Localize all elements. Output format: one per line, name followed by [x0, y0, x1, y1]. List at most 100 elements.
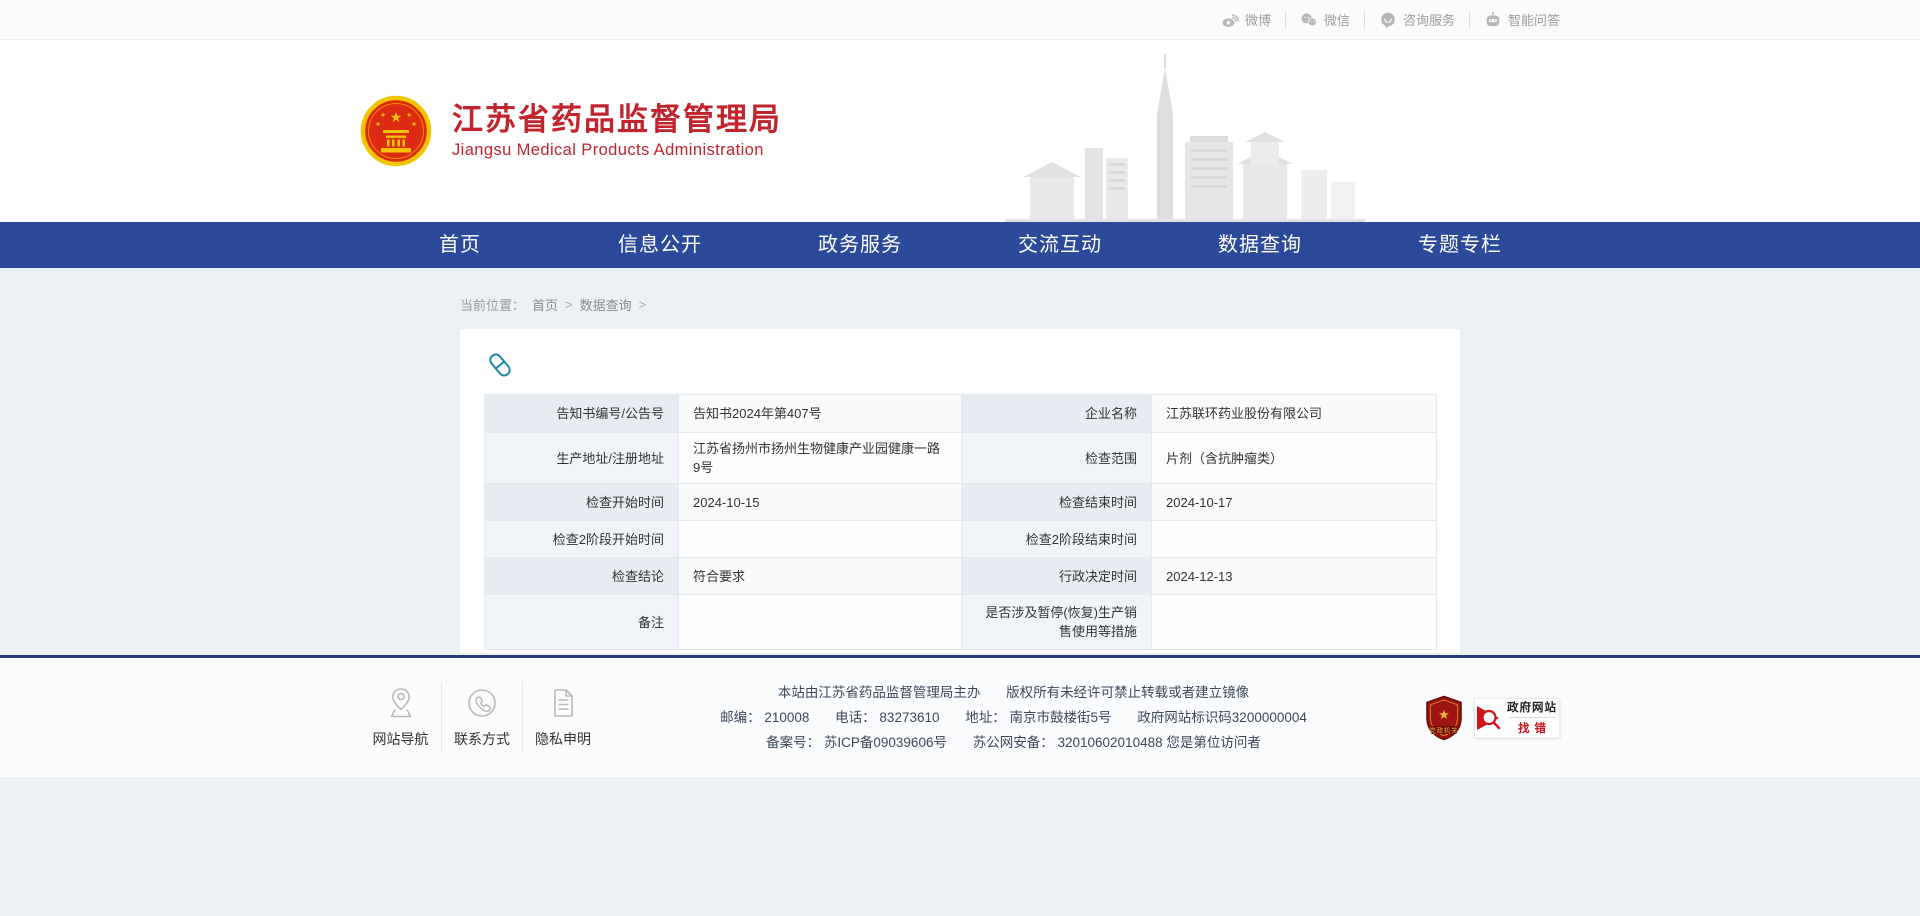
- footer-postcode: 邮编： 210008: [720, 710, 809, 725]
- footer-nav-label: 联系方式: [454, 729, 510, 749]
- consult-service-icon: [1379, 11, 1397, 29]
- footer-copyright-text: 版权所有未经许可禁止转载或者建立镜像: [1006, 685, 1249, 700]
- breadcrumb: 当前位置： 首页 > 数据查询 >: [460, 268, 1460, 314]
- field-value: [1152, 595, 1437, 650]
- topbar-item-weibo[interactable]: 微博: [1207, 12, 1285, 28]
- field-value: 告知书2024年第407号: [679, 395, 962, 433]
- field-value: 符合要求: [679, 558, 962, 595]
- field-label: 是否涉及暂停(恢复)生产销售使用等措施: [962, 595, 1152, 650]
- svg-text:★: ★: [380, 111, 386, 119]
- footer-badges: ★ 党政机关 政府网站 找错: [1424, 695, 1560, 741]
- topbar-item-label: 微博: [1245, 10, 1271, 29]
- gov-site-find-error-badge[interactable]: 政府网站 找错: [1474, 698, 1560, 738]
- topbar-item-label: 咨询服务: [1403, 10, 1455, 29]
- footer-nav-label: 网站导航: [373, 729, 429, 749]
- pill-icon: [484, 349, 516, 381]
- svg-text:★: ★: [411, 120, 417, 128]
- field-value: [679, 521, 962, 558]
- footer: 网站导航 联系方式 隐私申明: [0, 655, 1920, 777]
- footer-nav-contact[interactable]: 联系方式: [441, 682, 522, 753]
- footer-line-2: 邮编： 210008 电话： 83273610 地址： 南京市鼓楼街5号 政府网…: [633, 705, 1394, 730]
- inspection-detail-card: 告知书编号/公告号 告知书2024年第407号 企业名称 江苏联环药业股份有限公…: [460, 329, 1460, 653]
- site-logo[interactable]: ★ ★ ★ ★ ★ 江苏省药品监督管理局 Jiangsu Medical Pro…: [360, 95, 782, 167]
- field-label: 检查2阶段结束时间: [962, 521, 1152, 558]
- footer-phone: 电话： 83273610: [835, 710, 939, 725]
- find-error-subtitle: 找错: [1513, 720, 1551, 736]
- topbar: 微博 微信 咨询服务: [0, 0, 1920, 40]
- breadcrumb-separator: >: [639, 297, 647, 312]
- weibo-icon: [1221, 11, 1239, 29]
- field-value: 片剂（含抗肿瘤类）: [1152, 433, 1437, 484]
- svg-text:★: ★: [390, 110, 403, 126]
- field-label: 告知书编号/公告号: [485, 395, 679, 433]
- footer-security-number: 苏公网安备： 32010602010488 您是第位访问者: [973, 735, 1261, 750]
- site-title-block: 江苏省药品监督管理局 Jiangsu Medical Products Admi…: [452, 102, 782, 160]
- site-subtitle: Jiangsu Medical Products Administration: [452, 141, 782, 160]
- find-error-text: 政府网站 找错: [1507, 699, 1557, 736]
- footer-site-id: 政府网站标识码3200000004: [1137, 710, 1307, 725]
- field-value: [1152, 521, 1437, 558]
- field-value: 2024-10-15: [679, 484, 962, 521]
- table-row: 检查2阶段开始时间 检查2阶段结束时间: [485, 521, 1437, 558]
- find-error-magnifier-icon: [1475, 702, 1505, 734]
- topbar-item-smart-qa[interactable]: 智能问答: [1469, 12, 1560, 28]
- footer-info: 本站由江苏省药品监督管理局主办 版权所有未经许可禁止转载或者建立镜像 邮编： 2…: [603, 680, 1424, 755]
- field-label: 检查结束时间: [962, 484, 1152, 521]
- svg-text:★: ★: [1438, 708, 1450, 723]
- field-label: 备注: [485, 595, 679, 650]
- footer-line-3: 备案号： 苏ICP备09039606号 苏公网安备： 3201060201048…: [633, 730, 1394, 755]
- breadcrumb-prefix: 当前位置：: [460, 295, 525, 314]
- footer-line-1: 本站由江苏省药品监督管理局主办 版权所有未经许可禁止转载或者建立镜像: [633, 680, 1394, 705]
- field-label: 检查2阶段开始时间: [485, 521, 679, 558]
- field-label: 检查范围: [962, 433, 1152, 484]
- nav-item-gov-services[interactable]: 政务服务: [760, 222, 960, 268]
- wechat-icon: [1300, 11, 1318, 29]
- site-title: 江苏省药品监督管理局: [452, 102, 782, 138]
- find-error-title: 政府网站: [1507, 699, 1557, 715]
- privacy-document-icon: [547, 686, 579, 720]
- bottom-spacer: [0, 777, 1920, 916]
- field-value: 2024-12-13: [1152, 558, 1437, 595]
- footer-nav-label: 隐私申明: [535, 729, 591, 749]
- breadcrumb-link-data-query[interactable]: 数据查询: [580, 295, 632, 314]
- svg-text:★: ★: [406, 111, 412, 119]
- footer-nav-privacy[interactable]: 隐私申明: [522, 682, 603, 753]
- footer-nav: 网站导航 联系方式 隐私申明: [360, 682, 603, 753]
- footer-address: 地址： 南京市鼓楼街5号: [965, 710, 1111, 725]
- main-content: 当前位置： 首页 > 数据查询 > 告知书编号/公告号 告知书2024年第407…: [0, 268, 1920, 655]
- table-row: 检查结论 符合要求 行政决定时间 2024-12-13: [485, 558, 1437, 595]
- party-gov-shield-badge[interactable]: ★ 党政机关: [1424, 695, 1464, 741]
- field-value: [679, 595, 962, 650]
- field-value: 江苏省扬州市扬州生物健康产业园健康一路9号: [679, 433, 962, 484]
- nav-item-special-topics[interactable]: 专题专栏: [1360, 222, 1560, 268]
- breadcrumb-separator: >: [565, 297, 573, 312]
- smart-qa-robot-icon: [1484, 11, 1502, 29]
- table-row: 备注 是否涉及暂停(恢复)生产销售使用等措施: [485, 595, 1437, 650]
- phone-icon: [466, 686, 498, 720]
- topbar-item-consult[interactable]: 咨询服务: [1364, 12, 1469, 28]
- field-label: 检查开始时间: [485, 484, 679, 521]
- topbar-item-label: 微信: [1324, 10, 1350, 29]
- table-row: 告知书编号/公告号 告知书2024年第407号 企业名称 江苏联环药业股份有限公…: [485, 395, 1437, 433]
- nav-item-interaction[interactable]: 交流互动: [960, 222, 1160, 268]
- nav-item-data-query[interactable]: 数据查询: [1160, 222, 1360, 268]
- main-navbar: 首页 信息公开 政务服务 交流互动 数据查询 专题专栏: [0, 222, 1920, 268]
- national-emblem-icon: ★ ★ ★ ★ ★: [360, 95, 432, 167]
- site-map-pin-icon: [385, 686, 417, 720]
- nav-item-home[interactable]: 首页: [360, 222, 560, 268]
- field-label: 生产地址/注册地址: [485, 433, 679, 484]
- field-label: 企业名称: [962, 395, 1152, 433]
- field-value: 2024-10-17: [1152, 484, 1437, 521]
- city-skyline-decoration: [1005, 52, 1365, 222]
- site-header: ★ ★ ★ ★ ★ 江苏省药品监督管理局 Jiangsu Medical Pro…: [0, 40, 1920, 222]
- topbar-item-wechat[interactable]: 微信: [1285, 12, 1364, 28]
- table-row: 检查开始时间 2024-10-15 检查结束时间 2024-10-17: [485, 484, 1437, 521]
- field-label: 行政决定时间: [962, 558, 1152, 595]
- svg-text:党政机关: 党政机关: [1429, 725, 1458, 734]
- breadcrumb-link-home[interactable]: 首页: [532, 295, 558, 314]
- table-row: 生产地址/注册地址 江苏省扬州市扬州生物健康产业园健康一路9号 检查范围 片剂（…: [485, 433, 1437, 484]
- field-label: 检查结论: [485, 558, 679, 595]
- nav-item-info-disclosure[interactable]: 信息公开: [560, 222, 760, 268]
- field-value: 江苏联环药业股份有限公司: [1152, 395, 1437, 433]
- footer-nav-site-map[interactable]: 网站导航: [360, 682, 441, 753]
